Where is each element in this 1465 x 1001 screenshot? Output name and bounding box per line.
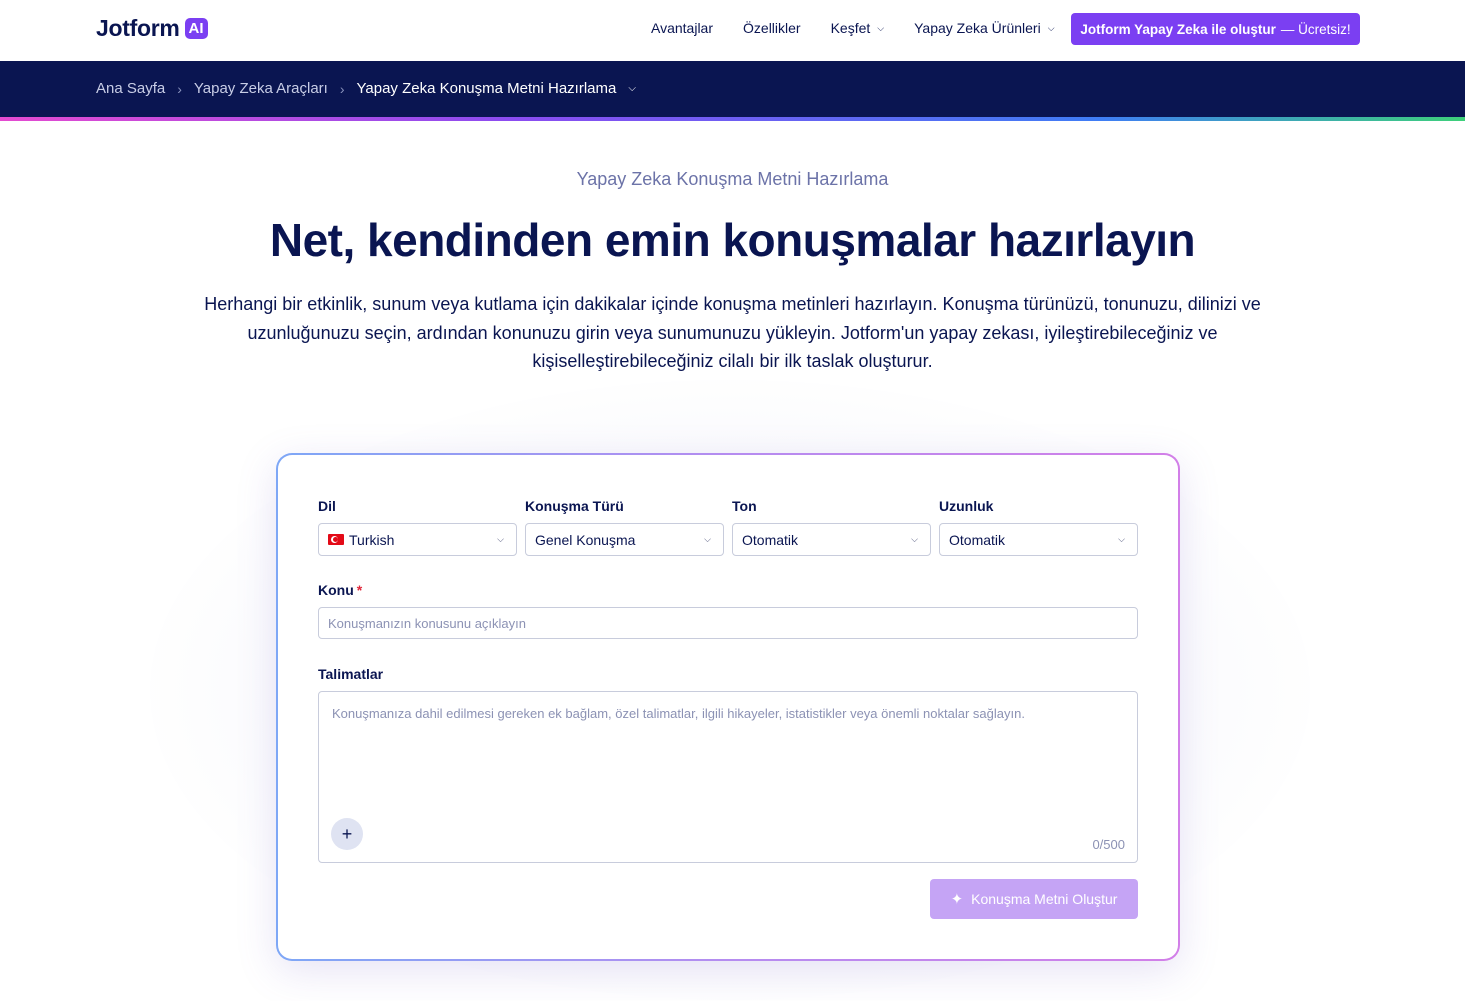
language-value: Turkish [349,531,395,548]
nav-link-yapay-zeka-urunleri[interactable]: Yapay Zeka Ürünleri ⌵ [914,20,1054,36]
nav-link-label: Yapay Zeka Ürünleri [914,20,1041,36]
cta-label: Jotform Yapay Zeka ile oluştur [1080,21,1276,37]
topic-placeholder: Konuşmanızın konusunu açıklayın [328,615,527,631]
length-value: Otomatik [949,531,1006,548]
nav-link-ozellikler[interactable]: Özellikler [743,20,801,36]
required-mark: * [356,582,363,598]
nav-link-label: Özellikler [743,20,801,36]
cta-free-label: — Ücretsiz! [1280,21,1351,37]
turkey-flag-icon [328,534,344,545]
gradient-divider [0,117,1465,121]
chevron-right-icon: › [339,80,345,97]
length-label: Uzunluk [939,498,994,514]
top-navigation: Jotform AI Avantajlar Özellikler Keşfet … [0,0,1465,61]
character-counter: 0/500 [1092,837,1125,852]
language-label: Dil [318,498,336,514]
speech-type-value: Genel Konuşma [535,531,636,548]
jotform-ai-logo[interactable]: Jotform AI [96,15,208,42]
chevron-down-icon: ⌵ [911,534,918,544]
logo-ai-badge: AI [184,18,208,39]
tone-label: Ton [732,498,757,514]
create-with-ai-button[interactable]: Jotform Yapay Zeka ile oluştur — Ücretsi… [1071,13,1360,45]
topic-input[interactable]: Konuşmanızın konusunu açıklayın [318,607,1138,639]
tone-value: Otomatik [742,531,799,548]
chevron-down-icon: ⌵ [497,534,504,544]
nav-link-avantajlar[interactable]: Avantajlar [651,20,713,36]
breadcrumb-home[interactable]: Ana Sayfa [96,80,165,97]
breadcrumb: Ana Sayfa › Yapay Zeka Araçları › Yapay … [96,80,636,97]
instructions-label: Talimatlar [318,666,384,682]
chevron-down-icon: ⌵ [1118,534,1125,544]
instructions-textarea[interactable]: Konuşmanıza dahil edilmesi gereken ek ba… [318,691,1138,863]
tone-select[interactable]: Otomatik ⌵ [732,523,931,556]
breadcrumb-current[interactable]: Yapay Zeka Konuşma Metni Hazırlama [357,80,617,97]
topic-label-text: Konu [318,582,354,598]
plus-icon[interactable]: + [331,818,363,850]
speech-type-select[interactable]: Genel Konuşma ⌵ [525,523,724,556]
topic-label: Konu * [318,582,362,598]
speech-type-label: Konuşma Türü [525,498,624,514]
chevron-down-icon: ⌵ [704,534,711,544]
nav-link-label: Avantajlar [651,20,714,36]
page-title: Net, kendinden emin konuşmalar hazırlayı… [269,214,1196,266]
speech-generator-form: Dil Turkish ⌵ Konuşma Türü Genel Konuşma… [278,455,1178,959]
logo-wordmark: Jotform [96,15,180,41]
chevron-right-icon: › [177,80,182,97]
language-select[interactable]: Turkish ⌵ [318,523,517,556]
nav-link-kesfet[interactable]: Keşfet ⌵ [831,20,885,36]
page-eyebrow: Yapay Zeka Konuşma Metni Hazırlama [576,169,889,189]
chevron-down-icon: ⌵ [877,22,885,33]
nav-links: Avantajlar Özellikler Keşfet ⌵ Yapay Zek… [651,20,1085,36]
generate-speech-label: Konuşma Metni Oluştur [971,891,1118,907]
breadcrumb-ai-tools[interactable]: Yapay Zeka Araçları [194,80,328,97]
page-description: Herhangi bir etkinlik, sunum veya kutlam… [204,294,1261,371]
generate-speech-button[interactable]: ✦ Konuşma Metni Oluştur [930,879,1138,919]
nav-link-label: Keşfet [830,20,871,36]
sparkle-icon: ✦ [950,891,964,908]
chevron-down-icon: ⌵ [1047,22,1055,33]
instructions-placeholder: Konuşmanıza dahil edilmesi gereken ek ba… [332,706,1025,721]
speech-generator-card: Dil Turkish ⌵ Konuşma Türü Genel Konuşma… [276,453,1180,961]
length-select[interactable]: Otomatik ⌵ [939,523,1138,556]
chevron-down-icon[interactable]: ⌵ [628,83,636,94]
